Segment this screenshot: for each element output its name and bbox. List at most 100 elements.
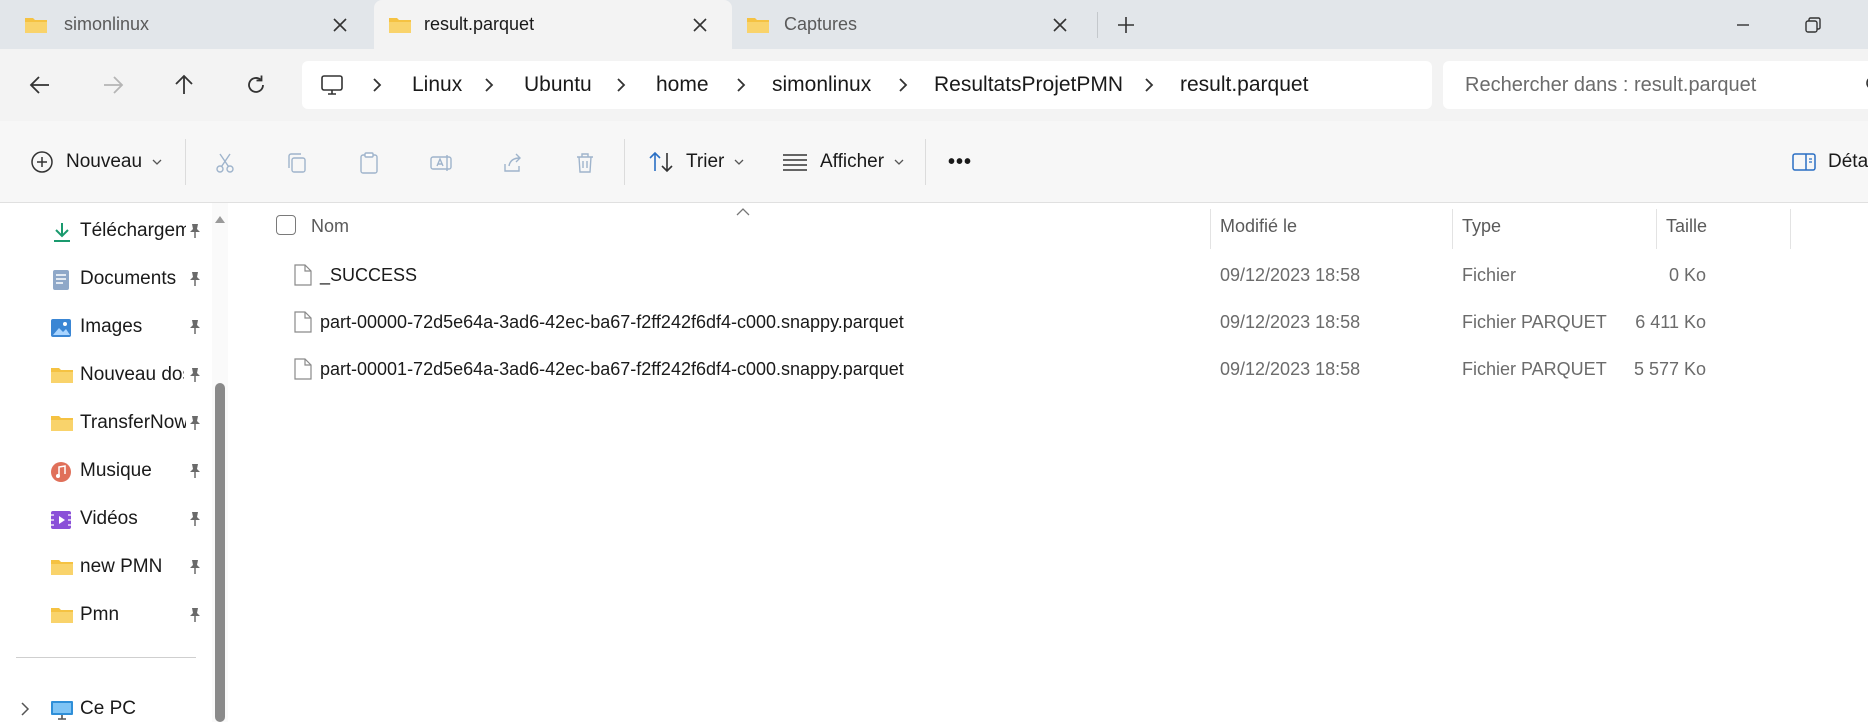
sort-button[interactable]: Trier <box>648 145 744 179</box>
scroll-up-arrow-icon[interactable] <box>214 211 226 229</box>
restore-icon[interactable] <box>1798 10 1828 40</box>
table-row[interactable]: part-00001-72d5e64a-3ad6-42ec-ba67-f2ff2… <box>286 347 1806 393</box>
file-type: Fichier PARQUET <box>1462 359 1607 379</box>
scrollbar-thumb[interactable] <box>215 383 225 722</box>
pin-icon[interactable] <box>188 607 202 628</box>
breadcrumb-item[interactable]: home <box>656 73 709 97</box>
pin-icon[interactable] <box>188 415 202 436</box>
sidebar-item-images[interactable]: Images <box>50 309 210 345</box>
sidebar-item-label: Nouveau dossier <box>80 364 184 385</box>
pin-icon[interactable] <box>188 223 202 244</box>
videos-icon <box>50 509 74 531</box>
divider <box>925 139 926 185</box>
minimize-icon[interactable] <box>1728 10 1758 40</box>
sidebar-item-music[interactable]: Musique <box>50 453 210 489</box>
column-separator[interactable] <box>1790 209 1791 249</box>
navigation-pane: Téléchargements Documents Images Nouveau… <box>0 203 236 722</box>
column-separator[interactable] <box>1210 209 1211 249</box>
sidebar-item-downloads[interactable]: Téléchargements <box>50 213 210 249</box>
sidebar-item-transfernow[interactable]: TransferNow- <box>50 405 210 441</box>
pin-icon[interactable] <box>188 319 202 340</box>
pin-icon[interactable] <box>188 463 202 484</box>
folder-icon <box>746 15 770 40</box>
pin-icon[interactable] <box>188 511 202 532</box>
column-header-modified[interactable]: Modifié le <box>1220 216 1297 237</box>
view-list-icon <box>782 152 808 172</box>
new-button[interactable]: Nouveau <box>30 145 162 179</box>
close-icon[interactable] <box>328 13 352 37</box>
address-row: Linux Ubuntu home simonlinux ResultatsPr… <box>0 49 1868 121</box>
breadcrumb-item[interactable]: Linux <box>412 73 462 97</box>
chevron-right-icon[interactable] <box>616 77 626 98</box>
more-button[interactable]: ••• <box>948 145 972 179</box>
column-separator[interactable] <box>1452 209 1453 249</box>
file-size: 0 Ko <box>1668 265 1706 285</box>
column-header-type[interactable]: Type <box>1462 216 1501 237</box>
chevron-right-icon[interactable] <box>484 77 494 98</box>
select-all-checkbox[interactable] <box>276 215 296 235</box>
divider <box>185 139 186 185</box>
file-icon <box>294 358 312 385</box>
details-pane-icon <box>1792 152 1816 172</box>
sidebar-item-label: new PMN <box>80 556 163 577</box>
paste-icon <box>354 148 384 178</box>
column-separator[interactable] <box>1656 209 1657 249</box>
address-bar[interactable]: Linux Ubuntu home simonlinux ResultatsPr… <box>302 61 1432 109</box>
breadcrumb-item[interactable]: ResultatsProjetPMN <box>934 73 1123 97</box>
plus-icon[interactable] <box>1111 10 1141 40</box>
sort-icon <box>648 150 674 174</box>
sidebar-item-new-folder[interactable]: Nouveau dossier <box>50 357 210 393</box>
breadcrumb-item[interactable]: Ubuntu <box>524 73 592 97</box>
documents-icon <box>50 269 74 291</box>
details-label: Détails <box>1828 151 1868 172</box>
close-icon[interactable] <box>1048 13 1072 37</box>
file-modified: 09/12/2023 18:58 <box>1220 312 1361 332</box>
file-size: 5 577 Ko <box>1633 359 1706 379</box>
music-icon <box>50 461 74 483</box>
search-input[interactable]: Rechercher dans : result.parquet <box>1443 61 1868 109</box>
table-row[interactable]: part-00000-72d5e64a-3ad6-42ec-ba67-f2ff2… <box>286 300 1806 346</box>
sidebar-item-label: Vidéos <box>80 508 138 529</box>
breadcrumb-item[interactable]: result.parquet <box>1180 73 1308 97</box>
monitor-icon[interactable] <box>320 73 344 102</box>
file-name: part-00000-72d5e64a-3ad6-42ec-ba67-f2ff2… <box>320 312 904 332</box>
pin-icon[interactable] <box>188 367 202 388</box>
file-name: _SUCCESS <box>320 265 418 285</box>
chevron-right-icon[interactable] <box>1144 77 1154 98</box>
folder-icon <box>388 15 412 40</box>
column-header-size[interactable]: Taille <box>1666 216 1707 237</box>
tab-captures[interactable]: Captures <box>734 0 1092 49</box>
tab-result-parquet[interactable]: result.parquet <box>374 0 732 49</box>
chevron-right-icon[interactable] <box>372 77 382 98</box>
pin-icon[interactable] <box>188 559 202 580</box>
sidebar-item-documents[interactable]: Documents <box>50 261 210 297</box>
tab-label: result.parquet <box>424 14 535 34</box>
column-header-row: Nom Modifié le Type Taille <box>236 203 1868 249</box>
table-row[interactable]: _SUCCESS 09/12/2023 18:58 Fichier 0 Ko <box>286 253 1806 299</box>
file-type: Fichier PARQUET <box>1462 312 1607 332</box>
sidebar-item-label: TransferNow- <box>80 412 186 433</box>
arrow-up-icon[interactable] <box>164 65 204 105</box>
pin-icon[interactable] <box>188 271 202 292</box>
file-type: Fichier <box>1462 265 1517 285</box>
sidebar-item-new-pmn[interactable]: new PMN <box>50 549 210 585</box>
arrow-left-icon[interactable] <box>20 65 60 105</box>
sidebar-item-pmn[interactable]: Pmn <box>50 597 210 633</box>
new-label: Nouveau <box>66 151 143 172</box>
tab-simonlinux[interactable]: simonlinux <box>0 0 372 49</box>
folder-icon <box>50 413 74 435</box>
chevron-right-icon[interactable] <box>736 77 746 98</box>
chevron-down-icon <box>894 158 904 166</box>
column-header-name[interactable]: Nom <box>311 216 349 237</box>
search-icon[interactable] <box>1861 75 1868 100</box>
breadcrumb-item[interactable]: simonlinux <box>772 73 871 97</box>
view-button[interactable]: Afficher <box>782 145 904 179</box>
tab-separator <box>1097 12 1098 38</box>
refresh-icon[interactable] <box>236 65 276 105</box>
sidebar-item-videos[interactable]: Vidéos <box>50 501 210 537</box>
close-icon[interactable] <box>688 13 712 37</box>
details-button[interactable]: Détails <box>1792 145 1868 179</box>
chevron-right-icon[interactable] <box>20 701 30 722</box>
chevron-right-icon[interactable] <box>898 77 908 98</box>
sidebar-item-label: Documents <box>80 268 177 289</box>
